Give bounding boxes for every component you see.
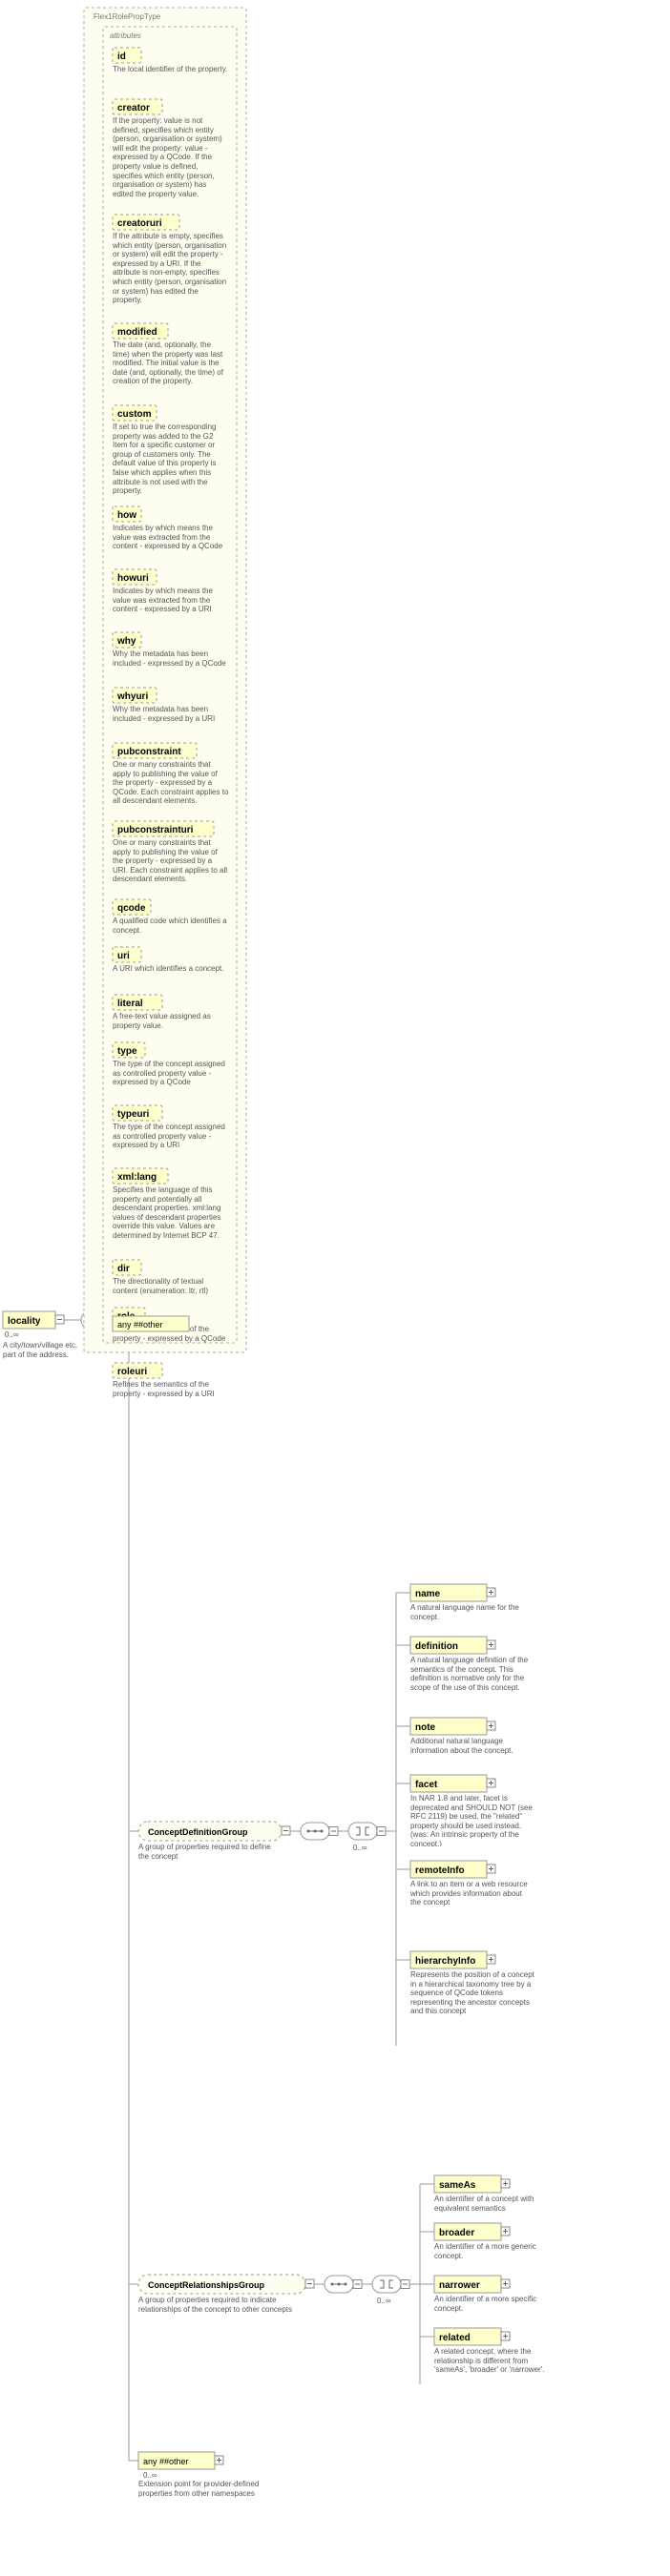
element-narrower: narrowerAn identifier of a more specific… bbox=[434, 2276, 558, 2318]
plus-icon[interactable] bbox=[487, 1588, 495, 1597]
svg-text:pubconstraint: pubconstraint bbox=[117, 747, 181, 757]
concept-definition-group: ConceptDefinitionGroup A group of proper… bbox=[138, 1822, 290, 1871]
minus-icon[interactable] bbox=[282, 1826, 290, 1835]
svg-text:definition: definition bbox=[415, 1641, 458, 1652]
svg-text:related: related bbox=[439, 2333, 471, 2343]
svg-text:typeuri: typeuri bbox=[117, 1109, 150, 1120]
svg-text:Flex1RolePropType: Flex1RolePropType bbox=[94, 12, 161, 21]
minus-icon[interactable] bbox=[401, 2280, 409, 2289]
svg-text:roleuri: roleuri bbox=[117, 1367, 147, 1377]
svg-text:narrower: narrower bbox=[439, 2280, 480, 2291]
svg-text:id: id bbox=[117, 52, 126, 62]
element-facet: facetIn NAR 1.8 and later, facet is depr… bbox=[410, 1775, 534, 1846]
svg-text:note: note bbox=[415, 1722, 436, 1733]
minus-icon[interactable] bbox=[55, 1315, 64, 1324]
plus-icon[interactable] bbox=[215, 2456, 223, 2464]
svg-text:literal: literal bbox=[117, 999, 143, 1009]
svg-text:pubconstrainturi: pubconstrainturi bbox=[117, 825, 194, 835]
attr-pubconstrainturi: pubconstrainturiOne or many constraints … bbox=[113, 821, 229, 892]
svg-text:how: how bbox=[117, 510, 136, 521]
extension-any-other: any ##other 0..∞ Extension point for pro… bbox=[138, 2452, 282, 2518]
svg-text:0..∞: 0..∞ bbox=[143, 2471, 157, 2480]
svg-text:ConceptRelationshipsGroup: ConceptRelationshipsGroup bbox=[148, 2280, 265, 2290]
element-definition: definitionA natural language definition … bbox=[410, 1637, 534, 1703]
plus-icon[interactable] bbox=[501, 2179, 510, 2188]
element-hierarchyInfo: hierarchyInfoRepresents the position of … bbox=[410, 1951, 534, 2023]
svg-text:any ##other: any ##other bbox=[143, 2457, 189, 2466]
svg-text:broader: broader bbox=[439, 2228, 474, 2238]
locality-element: locality 0..∞ A city/town/village etc. p… bbox=[3, 1311, 79, 1379]
svg-text:qcode: qcode bbox=[117, 903, 146, 914]
svg-text:0..∞: 0..∞ bbox=[377, 2297, 391, 2305]
plus-icon[interactable] bbox=[487, 1640, 495, 1649]
element-name: nameA natural language name for the conc… bbox=[410, 1584, 534, 1627]
svg-text:type: type bbox=[117, 1046, 137, 1057]
svg-text:0..∞: 0..∞ bbox=[5, 1330, 19, 1339]
plus-icon[interactable] bbox=[487, 1779, 495, 1787]
svg-text:attributes: attributes bbox=[110, 31, 141, 40]
svg-text:hierarchyInfo: hierarchyInfo bbox=[415, 1956, 475, 1967]
svg-text:dir: dir bbox=[117, 1264, 130, 1274]
element-related: relatedA related concept, where the rela… bbox=[434, 2328, 558, 2385]
svg-text:remoteInfo: remoteInfo bbox=[415, 1865, 465, 1876]
plus-icon[interactable] bbox=[501, 2227, 510, 2236]
minus-icon[interactable] bbox=[353, 2280, 362, 2289]
svg-text:uri: uri bbox=[117, 951, 130, 961]
svg-text:any ##other: any ##other bbox=[117, 1320, 163, 1329]
svg-text:xml:lang: xml:lang bbox=[117, 1172, 157, 1183]
element-remoteInfo: remoteInfoA link to an item or a web res… bbox=[410, 1861, 534, 1916]
concept-relationships-group: ConceptRelationshipsGroup A group of pro… bbox=[138, 2275, 314, 2324]
svg-text:0..∞: 0..∞ bbox=[353, 1844, 367, 1852]
plus-icon[interactable] bbox=[501, 2332, 510, 2340]
svg-text:custom: custom bbox=[117, 409, 152, 420]
svg-text:creator: creator bbox=[117, 103, 150, 113]
svg-text:why: why bbox=[116, 636, 136, 647]
plus-icon[interactable] bbox=[487, 1955, 495, 1964]
attr-roleuri: roleuriRefines the semantics of the prop… bbox=[113, 1363, 229, 1411]
element-note: noteAdditional natural language informat… bbox=[410, 1718, 534, 1765]
svg-text:howuri: howuri bbox=[117, 573, 149, 584]
element-broader: broaderAn identifier of a more generic c… bbox=[434, 2223, 558, 2266]
element-sameAs: sameAsAn identifier of a concept with eq… bbox=[434, 2175, 558, 2218]
svg-text:locality: locality bbox=[8, 1316, 41, 1327]
any-other-attr: any ##other bbox=[113, 1316, 189, 1331]
svg-text:sameAs: sameAs bbox=[439, 2180, 476, 2191]
plus-icon[interactable] bbox=[501, 2279, 510, 2288]
minus-icon[interactable] bbox=[305, 2279, 314, 2288]
svg-text:creatoruri: creatoruri bbox=[117, 218, 162, 229]
plus-icon[interactable] bbox=[487, 1721, 495, 1730]
svg-text:ConceptDefinitionGroup: ConceptDefinitionGroup bbox=[148, 1827, 248, 1837]
minus-icon[interactable] bbox=[377, 1827, 386, 1836]
svg-text:facet: facet bbox=[415, 1780, 438, 1790]
minus-icon[interactable] bbox=[329, 1827, 338, 1836]
plus-icon[interactable] bbox=[487, 1865, 495, 1873]
svg-text:modified: modified bbox=[117, 327, 157, 338]
svg-text:name: name bbox=[415, 1589, 441, 1599]
svg-text:whyuri: whyuri bbox=[116, 691, 148, 702]
